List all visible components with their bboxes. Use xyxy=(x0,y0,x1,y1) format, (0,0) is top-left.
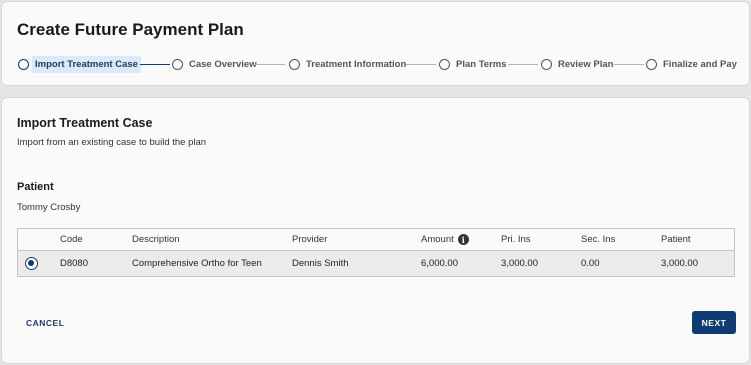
step-label: Treatment Information xyxy=(306,58,407,70)
cell-code: D8080 xyxy=(60,258,88,269)
step-connector xyxy=(140,64,170,65)
cancel-button[interactable]: CANCEL xyxy=(26,318,64,328)
step-treatment-information[interactable]: Treatment Information xyxy=(289,54,409,74)
column-header-patient: Patient xyxy=(661,234,691,245)
header-card: Create Future Payment Plan Import Treatm… xyxy=(1,1,750,86)
step-circle-icon xyxy=(289,58,300,70)
step-label: Plan Terms xyxy=(456,58,507,70)
cell-provider: Dennis Smith xyxy=(292,258,349,269)
treatment-case-table: Code Description Provider Amount i Pri. … xyxy=(17,228,735,277)
step-connector xyxy=(406,64,436,65)
column-header-amount-label: Amount xyxy=(421,234,454,245)
step-connector xyxy=(614,64,644,65)
step-finalize-and-pay[interactable]: Finalize and Pay xyxy=(646,54,740,74)
step-label: Case Overview xyxy=(189,58,257,70)
column-header-code: Code xyxy=(60,234,83,245)
column-header-sec-ins: Sec. Ins xyxy=(581,234,616,245)
section-title: Import Treatment Case xyxy=(17,116,153,130)
step-case-overview[interactable]: Case Overview xyxy=(172,54,260,74)
patient-label: Patient xyxy=(17,181,54,193)
step-circle-icon xyxy=(18,58,29,70)
column-header-provider: Provider xyxy=(292,234,328,245)
cell-sec-ins: 0.00 xyxy=(581,258,600,269)
step-plan-terms[interactable]: Plan Terms xyxy=(439,54,510,74)
patient-name: Tommy Crosby xyxy=(17,202,81,213)
row-select-radio[interactable] xyxy=(25,257,38,270)
cell-amount: 6,000.00 xyxy=(421,258,458,269)
step-label: Review Plan xyxy=(558,58,614,70)
column-header-amount: Amount i xyxy=(421,229,469,250)
step-review-plan[interactable]: Review Plan xyxy=(541,54,616,74)
import-case-card: Import Treatment Case Import from an exi… xyxy=(1,97,750,364)
column-header-description: Description xyxy=(132,234,180,245)
step-connector xyxy=(508,64,538,65)
step-label: Import Treatment Case xyxy=(32,55,141,73)
step-connector xyxy=(255,64,285,65)
page-title: Create Future Payment Plan xyxy=(17,20,244,39)
step-circle-icon xyxy=(541,58,552,70)
step-circle-icon xyxy=(646,58,657,70)
cell-patient: 3,000.00 xyxy=(661,258,698,269)
cell-pri-ins: 3,000.00 xyxy=(501,258,538,269)
step-label: Finalize and Pay xyxy=(663,58,737,70)
table-row[interactable]: D8080 Comprehensive Ortho for Teen Denni… xyxy=(18,251,734,276)
step-import-treatment-case[interactable]: Import Treatment Case xyxy=(18,54,141,74)
next-button[interactable]: NEXT xyxy=(692,311,736,334)
stepper: Import Treatment Case Case Overview Trea… xyxy=(18,54,737,74)
step-circle-icon xyxy=(439,58,450,70)
section-subtitle: Import from an existing case to build th… xyxy=(17,137,207,148)
step-circle-icon xyxy=(172,58,183,70)
info-icon[interactable]: i xyxy=(457,234,469,245)
table-header: Code Description Provider Amount i Pri. … xyxy=(18,229,734,251)
column-header-pri-ins: Pri. Ins xyxy=(501,234,531,245)
cell-description: Comprehensive Ortho for Teen xyxy=(132,258,262,269)
